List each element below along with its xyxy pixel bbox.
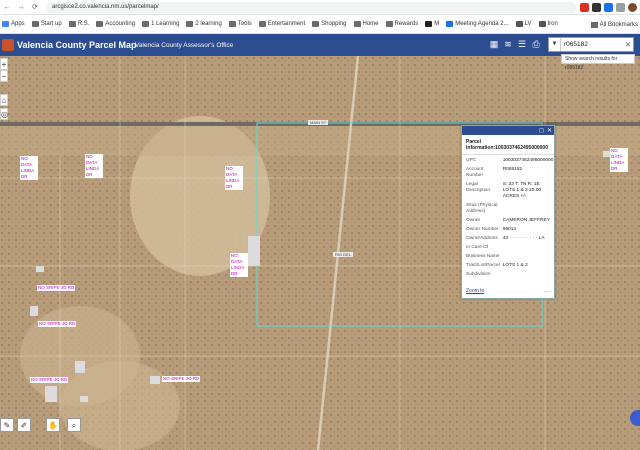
attribute-row: UPC 1003037462495000000 <box>466 158 554 163</box>
popup-title: Parcel Information:1003037462495000000 <box>462 135 554 155</box>
bookmark-folder[interactable]: 1 Learning <box>142 21 179 27</box>
zoom-in-button[interactable]: + <box>0 58 8 70</box>
parcel-popup: ◻ ✕ Parcel Information:10030374624950000… <box>461 125 555 299</box>
clear-search-icon[interactable]: ✕ <box>625 41 633 49</box>
close-icon[interactable]: ✕ <box>547 127 552 134</box>
list-icon[interactable]: ☰ <box>516 38 528 51</box>
folder-icon <box>258 21 266 27</box>
extension-icon[interactable] <box>616 2 625 12</box>
help-button[interactable] <box>630 410 640 426</box>
reload-icon[interactable]: ⟳ <box>28 3 42 11</box>
attribute-row: Situs (Physical Address) <box>466 203 498 214</box>
bookmark-apps[interactable]: Apps <box>2 21 25 27</box>
site-icon <box>425 21 433 27</box>
extension-icon[interactable] <box>592 2 601 12</box>
bookmark-link[interactable]: Meeting Agenda 2... <box>446 21 509 27</box>
road-label: RIO DEL <box>333 252 354 257</box>
folder-icon <box>96 21 104 27</box>
search-source-dropdown[interactable]: ▼ <box>549 38 561 51</box>
address-bar[interactable]: arcgisce2.co.valencia.nm.us/parcelmap/ <box>46 1 576 13</box>
browser-toolbar: ← → ⟳ arcgisce2.co.valencia.nm.us/parcel… <box>0 0 640 15</box>
parcel-attributes: UPC 1003037462495000000 Account Number R06… <box>462 157 555 280</box>
parcel-label: NO SRIPE JO RD <box>38 321 77 327</box>
parcel-label: NO DATA LINDA DR <box>20 156 38 180</box>
locate-icon[interactable]: ◎ <box>0 108 8 120</box>
attribute-row: Subdivision <box>466 272 491 277</box>
parcel-label: NO SRIPE JO RD <box>37 285 76 291</box>
query-icon[interactable]: ⌕ <box>67 418 81 432</box>
maximize-icon[interactable]: ◻ <box>539 127 544 134</box>
attribute-row: OwnerAddress 43 · · · · · · · · · · LA <box>466 236 545 241</box>
extension-icon[interactable] <box>604 2 613 12</box>
search-input[interactable]: r065182 <box>561 41 625 48</box>
bookmark-folder[interactable]: Entertainment <box>258 21 305 27</box>
folder-icon <box>186 21 194 27</box>
basemap-icon[interactable]: ▦ <box>488 38 500 51</box>
apps-icon <box>2 21 9 27</box>
app-subtitle: Valencia County Assessor's Office <box>135 41 234 49</box>
attribute-row: In Care Of <box>466 245 489 250</box>
parcel-label: NO DATA LINDA DR <box>230 253 248 277</box>
attribute-row: Owner Number 99014 <box>466 227 517 232</box>
forward-icon[interactable]: → <box>14 4 28 11</box>
all-bookmarks[interactable]: All Bookmarks <box>590 15 638 33</box>
county-logo <box>2 39 14 51</box>
layers-icon[interactable]: ≋ <box>502 38 514 51</box>
folder-icon <box>228 21 236 27</box>
extension-icon[interactable] <box>580 2 589 12</box>
folder-icon <box>31 21 39 27</box>
bookmark-link[interactable]: M <box>425 21 439 27</box>
bookmark-folder[interactable]: 2 learning <box>186 21 222 27</box>
bookmark-folder[interactable]: Rewards <box>385 21 418 27</box>
bookmark-folder[interactable]: R.S. <box>68 21 89 27</box>
folder-icon <box>385 21 393 27</box>
folder-icon <box>590 21 598 28</box>
folder-icon <box>312 21 320 27</box>
road-label: MAIN ST <box>308 120 329 125</box>
profile-avatar[interactable] <box>628 2 637 12</box>
folder-icon <box>142 21 150 27</box>
map-tools: ▦ ≋ ☰ ⎙ <box>488 38 544 51</box>
parcel-label: NO DATA LINDA DR <box>610 148 628 172</box>
more-options-icon[interactable]: ··· <box>544 289 550 295</box>
attribute-row: Legal Description S: 33 T: 7N R: 1E LOTS … <box>466 182 542 199</box>
back-icon[interactable]: ← <box>0 4 14 11</box>
attribute-row: Account Number R065182 <box>466 167 523 178</box>
select-icon[interactable]: ✋ <box>46 418 60 432</box>
search-suggestion[interactable]: Show search results for r065182 <box>561 54 635 71</box>
site-icon <box>446 21 454 27</box>
bookmark-folder[interactable]: Accounting <box>96 21 135 27</box>
bookmark-folder[interactable]: Shopping <box>312 21 347 27</box>
bookmark-folder[interactable]: Home <box>353 21 379 27</box>
popup-titlebar: ◻ ✕ <box>462 126 554 135</box>
bookmark-link[interactable]: Iron <box>538 21 558 27</box>
folder-icon <box>353 21 361 27</box>
app-title: Valencia County Parcel Map <box>17 40 137 50</box>
attribute-row: Owner CAMERON JEFFREY <box>466 218 550 223</box>
parcel-label: NO DATA LINDA DR <box>225 166 243 190</box>
bookmark-link[interactable]: LV <box>515 21 532 27</box>
bookmark-folder[interactable]: Start up <box>31 21 62 27</box>
site-icon <box>515 21 523 27</box>
zoom-out-button[interactable]: − <box>0 70 8 82</box>
attribute-row: Tract/Lot/Parcel LOTS 1 & 2 <box>466 263 528 268</box>
parcel-label: NO DATA LINDA DR <box>85 154 103 178</box>
folder-icon <box>68 21 76 27</box>
search-box: ▼ r065182 ✕ <box>548 37 634 52</box>
print-icon[interactable]: ⎙ <box>530 38 542 51</box>
app-header: Valencia County Parcel Map Valencia Coun… <box>0 34 640 56</box>
home-icon[interactable]: ⌂ <box>0 94 8 106</box>
draw-icon[interactable]: ✐ <box>17 418 31 432</box>
measure-icon[interactable]: ✎ <box>0 418 14 432</box>
zoom-to-link[interactable]: Zoom to <box>466 288 484 294</box>
site-icon <box>538 21 546 27</box>
parcel-label: NO SRIPE JO RD <box>30 377 69 383</box>
bookmark-folder[interactable]: Tools <box>228 21 252 27</box>
parcel-label: NO SRIPE JO RD <box>162 376 201 382</box>
bookmarks-bar: Apps Start up R.S. Accounting 1 Learning… <box>0 15 640 34</box>
attribute-row: Business Name <box>466 254 500 259</box>
